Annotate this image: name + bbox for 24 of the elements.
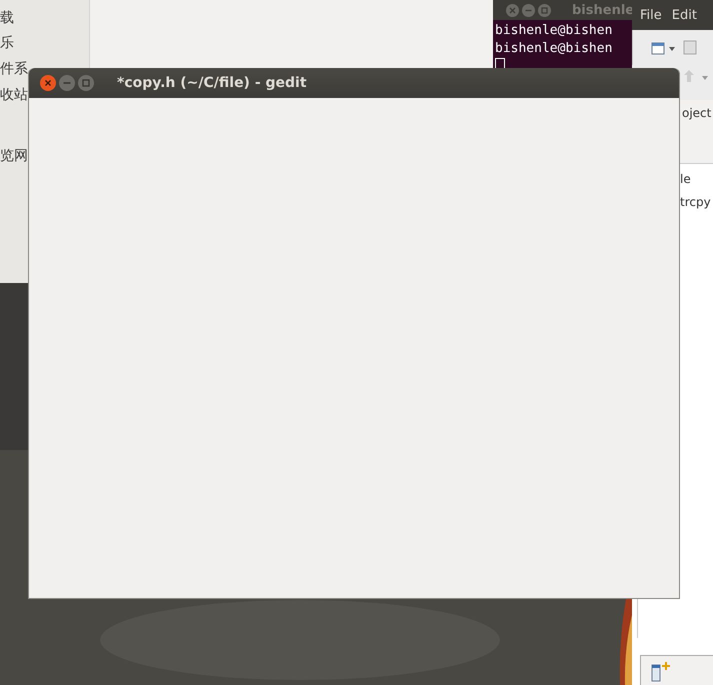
- menu-item[interactable]: Edit: [672, 8, 697, 22]
- sidebar-item[interactable]: 乐: [0, 33, 14, 53]
- save-icon[interactable]: [683, 40, 697, 56]
- window-title: bishenle: [572, 2, 634, 18]
- sidebar-item[interactable]: 件系: [0, 59, 28, 79]
- close-icon[interactable]: [506, 4, 519, 16]
- panel-title[interactable]: oject: [682, 106, 712, 120]
- new-window-icon[interactable]: [651, 40, 677, 56]
- tree-item[interactable]: trcpy: [680, 191, 711, 214]
- window-title: *copy.h (~/C/file) - gedit: [117, 75, 307, 91]
- sidebar-item[interactable]: 览网: [0, 146, 28, 166]
- tree-item[interactable]: le: [680, 168, 691, 191]
- minimize-icon[interactable]: [59, 75, 75, 91]
- minimize-icon[interactable]: [522, 4, 535, 16]
- menu-item[interactable]: File: [640, 8, 662, 22]
- close-icon[interactable]: [40, 75, 56, 91]
- sidebar-item[interactable]: 收站: [0, 85, 28, 105]
- maximize-icon[interactable]: [78, 75, 94, 91]
- terminal-line: bishenle@bishen: [495, 40, 614, 58]
- maximize-icon[interactable]: [538, 4, 551, 16]
- sidebar-item[interactable]: 载: [0, 8, 14, 28]
- window-icon[interactable]: [651, 661, 673, 683]
- upload-icon[interactable]: [684, 69, 710, 85]
- terminal-line: bishenle@bishen: [495, 22, 614, 40]
